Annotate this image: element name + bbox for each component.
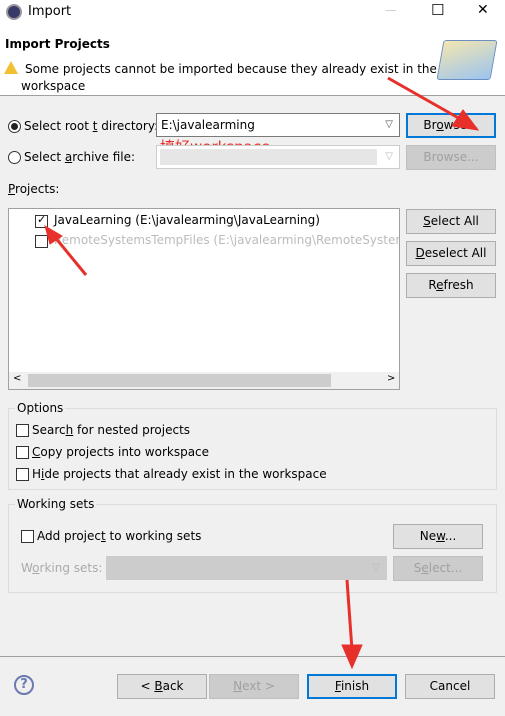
arrow-to-browse-shaft xyxy=(387,76,463,122)
arrow-to-browse-head xyxy=(451,109,480,131)
arrow-to-checkbox-shaft xyxy=(52,235,88,276)
arrow-to-finish-head xyxy=(341,644,363,670)
annotation-arrows xyxy=(44,76,480,670)
arrow-to-finish-shaft xyxy=(345,579,354,651)
